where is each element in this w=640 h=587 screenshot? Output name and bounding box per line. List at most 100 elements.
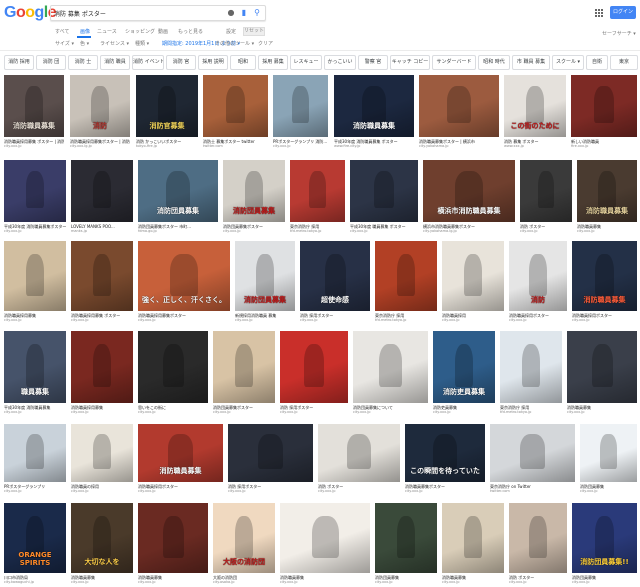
image-thumbnail[interactable]: 横浜市消防職員募集 [423, 160, 515, 222]
image-result[interactable]: 消防職員採用 city.xxx.jp [442, 241, 504, 325]
image-thumbnail[interactable] [280, 331, 348, 403]
image-result[interactable]: 大阪の消防団 大阪の消防団 city.osaka.jp [213, 503, 275, 587]
image-thumbnail[interactable] [350, 160, 418, 222]
image-thumbnail[interactable] [580, 424, 637, 482]
tab-1[interactable]: 画像 [80, 28, 90, 35]
image-thumbnail[interactable] [442, 241, 504, 311]
related-chip[interactable]: 消防 イベント [132, 55, 164, 70]
image-result[interactable]: 消防団員募集ポスター city.xxx.jp [213, 331, 275, 417]
image-thumbnail[interactable]: 消防団員募集 [138, 160, 218, 222]
image-result[interactable]: この街のために 消防 募集 ポスター www.xxx.jp [504, 75, 566, 151]
image-thumbnail[interactable]: 消防職員募集 [4, 75, 64, 137]
related-chip[interactable]: 市 職員 募集 [512, 55, 550, 70]
image-result[interactable]: 東京消防庁 on Twitter twitter.com [490, 424, 575, 496]
search-box[interactable]: ● ▮ ⚲ [50, 5, 266, 21]
image-thumbnail[interactable] [375, 241, 437, 311]
image-result[interactable]: 消防 採用ポスター city.xxx.jp [228, 424, 313, 496]
tool-6[interactable]: クリア [258, 40, 273, 47]
image-result[interactable]: 消防職員採用募集 ポスター city.xxx.jp [71, 241, 133, 325]
tool-3[interactable]: 種類 ▾ [135, 40, 149, 47]
image-result[interactable]: 消防団員募集 city.xxx.jp [375, 503, 437, 587]
image-thumbnail[interactable]: 消防団員募集 [223, 160, 285, 222]
image-thumbnail[interactable] [228, 424, 313, 482]
image-result[interactable]: 消防職員募集 city.xxx.jp [567, 331, 637, 417]
image-thumbnail[interactable] [4, 160, 66, 222]
image-thumbnail[interactable] [280, 503, 370, 573]
image-result[interactable]: 消防吏員募集 消防吏員募集 city.xxx.jp [433, 331, 495, 417]
related-chip[interactable]: スクール ▾ [552, 55, 584, 70]
tab-3[interactable]: ショッピング [125, 28, 155, 35]
google-logo[interactable]: Google [4, 4, 57, 22]
image-thumbnail[interactable] [290, 160, 345, 222]
image-result[interactable]: 消防 消防職員採用ポスター city.xxx.jp [509, 241, 567, 325]
image-result[interactable]: 消防職員採用募集 city.xxx.jp [4, 241, 66, 325]
image-result[interactable]: PRポスターグランプリ 消防... city.xxx.jp [273, 75, 328, 151]
image-thumbnail[interactable]: 消防団員募集 [235, 241, 295, 311]
image-thumbnail[interactable]: ORANGE SPIRITS [4, 503, 66, 573]
related-chip[interactable]: サンダーバード [432, 55, 476, 70]
image-result[interactable]: 消防官募集 消防 かっこいいポスター tokyo-fire.jp [136, 75, 198, 151]
image-thumbnail[interactable] [318, 424, 400, 482]
image-thumbnail[interactable] [138, 331, 208, 403]
image-result[interactable]: 消防職員募集 city.xxx.jp [442, 503, 504, 587]
image-thumbnail[interactable]: 強く、正しく、汗くさく。 [138, 241, 230, 311]
related-chip[interactable]: 採用 説明 [198, 55, 228, 70]
image-thumbnail[interactable] [71, 424, 133, 482]
related-chip[interactable]: 消防 職員 [100, 55, 130, 70]
image-result[interactable]: 消防団員募集 消防団員募集ポスター 市町... fdma.go.jp [138, 160, 218, 236]
image-result[interactable]: 強く、正しく、汗くさく。 消防職員採用募集ポスター city.xxx.jp [138, 241, 230, 325]
microphone-icon[interactable]: ▮ [239, 8, 249, 18]
related-chip[interactable]: 自衛 [586, 55, 608, 70]
related-chip[interactable]: 昭和 [230, 55, 256, 70]
image-result[interactable]: 消防職員採用募集 city.xxx.jp [71, 331, 133, 417]
search-input[interactable] [54, 6, 219, 20]
image-thumbnail[interactable] [4, 424, 66, 482]
image-result[interactable]: 消防団員募集 city.xxx.jp [580, 424, 637, 496]
apps-grid-icon[interactable] [595, 9, 603, 17]
image-result[interactable]: 消防職員募集 消防職員採用ポスター city.xxx.jp [572, 241, 637, 325]
image-result[interactable]: 消防職員募集 city.xxx.jp [138, 503, 208, 587]
related-chip[interactable]: 昭和 時代 [478, 55, 510, 70]
related-chip[interactable]: レスキュー [290, 55, 322, 70]
image-thumbnail[interactable]: 職員募集 [4, 331, 66, 403]
image-result[interactable]: 大切な人を 消防職員募集 city.xxx.jp [71, 503, 133, 587]
image-result[interactable]: 消防 ポスター city.xxx.jp [509, 503, 567, 587]
image-result[interactable]: 消防団員募集!! 消防団員募集 city.xxx.jp [572, 503, 637, 587]
login-button[interactable]: ログイン [610, 6, 636, 19]
image-thumbnail[interactable] [71, 241, 133, 311]
image-result[interactable]: PRポスターグランプリ city.xxx.jp [4, 424, 66, 496]
image-thumbnail[interactable] [571, 75, 637, 137]
related-chip[interactable]: 消防 士 [68, 55, 98, 70]
image-thumbnail[interactable]: 消防職員募集 [577, 160, 637, 222]
image-result[interactable]: 東京消防庁 採用 tfd.metro.tokyo.jp [500, 331, 562, 417]
image-thumbnail[interactable]: 消防職員募集 [138, 424, 223, 482]
search-icon[interactable]: ⚲ [252, 8, 262, 18]
tool-0[interactable]: サイズ ▾ [55, 40, 74, 47]
image-thumbnail[interactable] [490, 424, 575, 482]
image-thumbnail[interactable]: 消防 [70, 75, 130, 137]
image-result[interactable]: 職員募集 平成30年度 消防職員募集 city.xxx.jp [4, 331, 66, 417]
image-result[interactable]: 消防 ポスター city.xxx.jp [520, 160, 572, 236]
image-thumbnail[interactable]: 大阪の消防団 [213, 503, 275, 573]
image-thumbnail[interactable] [567, 331, 637, 403]
image-result[interactable]: 消防団員募集 消防団員募集ポスター city.xxx.jp [223, 160, 285, 236]
tab-4[interactable]: 動画 [158, 28, 168, 35]
tool-2[interactable]: ライセンス ▾ [100, 40, 129, 47]
image-thumbnail[interactable] [419, 75, 499, 137]
image-result[interactable]: 東京消防庁 採用 tfd.metro.tokyo.jp [290, 160, 345, 236]
image-thumbnail[interactable] [442, 503, 504, 573]
image-thumbnail[interactable] [203, 75, 268, 137]
image-result[interactable]: LOVELY MANKS POO... manks.jp [71, 160, 133, 236]
image-thumbnail[interactable]: 消防官募集 [136, 75, 198, 137]
image-thumbnail[interactable] [71, 160, 133, 222]
image-result[interactable]: 超使命感 消防 採用ポスター city.xxx.jp [300, 241, 370, 325]
reset-button[interactable]: リセット [243, 27, 265, 36]
image-result[interactable]: 平成30年度 消防職員募集ポスター city.xxx.jp [4, 160, 66, 236]
related-chip[interactable]: 採用 募集 [258, 55, 288, 70]
tab-6[interactable]: 設定 [226, 28, 236, 35]
image-thumbnail[interactable] [375, 503, 437, 573]
safesearch-menu[interactable]: セーフサーチ ▾ [602, 30, 636, 37]
related-chip[interactable]: 警察 官 [358, 55, 388, 70]
image-result[interactable]: ORANGE SPIRITS 川口市消防局 city.kawaguchi.jp [4, 503, 66, 587]
image-result[interactable]: 消防 採用ポスター city.xxx.jp [280, 331, 348, 417]
